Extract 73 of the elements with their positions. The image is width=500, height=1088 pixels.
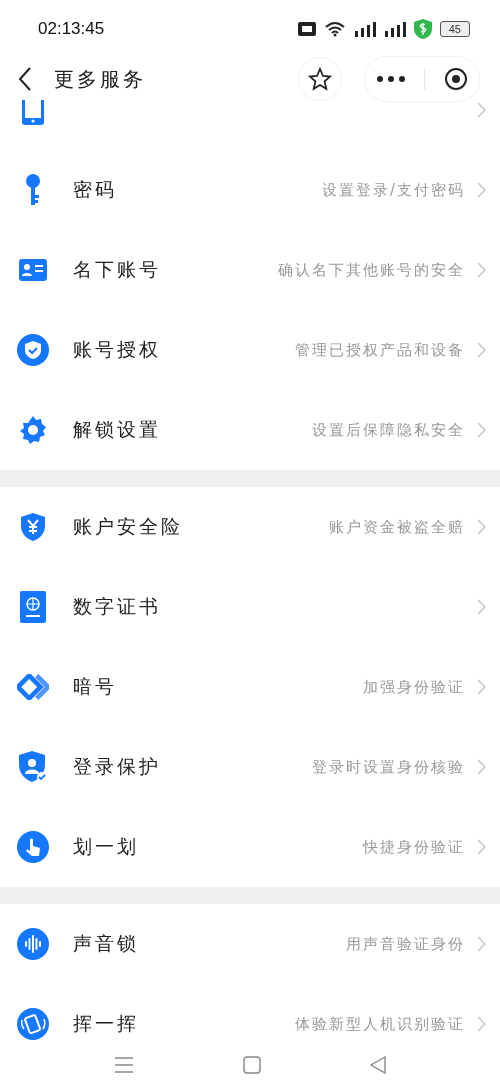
row-title: 密码 (73, 177, 117, 202)
settings-row[interactable]: 名下账号 确认名下其他账号的安全 (0, 230, 500, 310)
chevron-right-icon (477, 936, 486, 952)
settings-row[interactable]: 账号授权 管理已授权产品和设备 (0, 310, 500, 390)
star-icon (308, 67, 332, 91)
settings-row[interactable]: 暗号 加强身份验证 (0, 647, 500, 727)
chevron-right-icon (477, 262, 486, 278)
chevron-right-icon (477, 342, 486, 358)
finger-tap-icon (17, 831, 49, 863)
id-card-icon (19, 259, 47, 281)
chevron-right-icon (477, 422, 486, 438)
chevron-right-icon (477, 599, 486, 615)
shaking-phone-icon (17, 1008, 49, 1040)
row-title: 数字证书 (73, 594, 161, 619)
chevron-right-icon (477, 519, 486, 535)
home-button[interactable] (243, 1056, 261, 1074)
signal-icon (353, 21, 376, 37)
row-description: 登录时设置身份核验 (312, 757, 465, 777)
hd-icon (297, 22, 316, 36)
row-title: 挥一挥 (73, 1011, 139, 1036)
row-description: 管理已授权产品和设备 (295, 340, 465, 360)
key-icon (23, 173, 43, 207)
chevron-right-icon (477, 1016, 486, 1032)
menu-icon (114, 1057, 135, 1073)
back-icon[interactable] (18, 67, 32, 91)
user-shield-icon (17, 750, 49, 784)
sound-wave-icon (17, 928, 49, 960)
settings-row[interactable]: 数字证书 (0, 567, 500, 647)
certificate-icon (20, 591, 46, 623)
settings-row[interactable]: 密码 设置登录/支付密码 (0, 150, 500, 230)
row-title: 解锁设置 (73, 417, 161, 442)
settings-row[interactable]: 声音锁 用声音验证身份 (0, 904, 500, 984)
chevron-right-icon (477, 839, 486, 855)
settings-row[interactable]: 解锁设置 设置后保障隐私安全 (0, 390, 500, 470)
row-title: 登录保护 (73, 754, 161, 779)
favorite-button[interactable] (298, 57, 342, 101)
row-description: 确认名下其他账号的安全 (278, 260, 465, 280)
row-description: 设置登录/支付密码 (321, 180, 465, 200)
row-title: 声音锁 (73, 931, 139, 956)
row-description: 账户资金被盗全赔 (329, 517, 465, 537)
row-title: 账号授权 (73, 337, 161, 362)
more-icon (376, 76, 405, 82)
row-title: 账户安全险 (73, 514, 183, 539)
status-time: 02:13:45 (38, 19, 105, 39)
row-description: 快捷身份验证 (363, 837, 465, 857)
triangle-icon (369, 1056, 386, 1074)
row-title: 名下账号 (73, 257, 161, 282)
row-description: 设置后保障隐私安全 (312, 420, 465, 440)
row-title: 划一划 (73, 834, 139, 859)
row-title: 暗号 (73, 674, 117, 699)
signal-icon (383, 21, 406, 37)
gear-icon (18, 415, 48, 445)
wifi-icon (323, 21, 346, 37)
linked-diamond-icon (17, 674, 49, 700)
square-icon (243, 1056, 261, 1074)
settings-row[interactable]: 登录保护 登录时设置身份核验 (0, 727, 500, 807)
chevron-right-icon (477, 759, 486, 775)
back-nav-button[interactable] (369, 1056, 386, 1074)
target-icon (443, 67, 468, 91)
row-description: 加强身份验证 (363, 677, 465, 697)
row-description: 用声音验证身份 (346, 934, 465, 954)
settings-row[interactable]: 账户安全险 账户资金被盗全赔 (0, 487, 500, 567)
settings-row[interactable]: 挥一挥 体验新型人机识别验证 (0, 984, 500, 1042)
page-title: 更多服务 (54, 65, 147, 93)
shield-check-icon (17, 334, 49, 366)
chevron-right-icon (477, 679, 486, 695)
shield-icon (413, 19, 432, 39)
chevron-right-icon (477, 182, 486, 198)
yen-shield-icon (19, 512, 47, 542)
chevron-right-icon (477, 102, 486, 118)
row-description: 体验新型人机识别验证 (295, 1014, 465, 1034)
settings-row[interactable]: 划一划 快捷身份验证 (0, 807, 500, 887)
battery-level: 45 (439, 21, 470, 37)
